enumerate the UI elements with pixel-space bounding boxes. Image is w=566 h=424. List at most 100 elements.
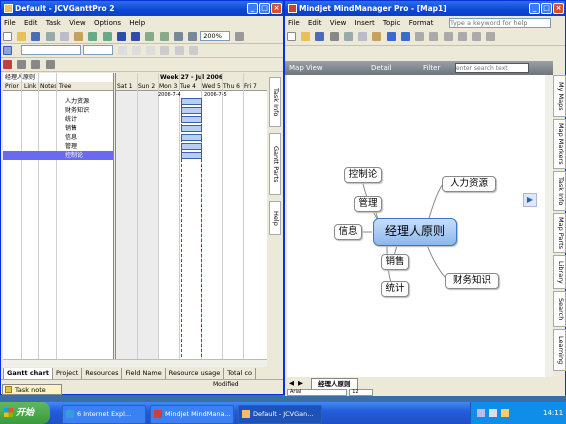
align-center-icon[interactable] <box>174 46 184 55</box>
task-row[interactable]: 销售 <box>3 124 113 133</box>
side-tab-help[interactable]: Help <box>269 201 281 235</box>
redo-icon[interactable] <box>102 32 112 41</box>
task-row[interactable]: 财务知识 <box>3 106 113 115</box>
task-bar[interactable] <box>181 98 202 105</box>
indent-icon[interactable] <box>145 32 155 41</box>
col-notes[interactable]: Notes <box>40 82 57 91</box>
central-topic[interactable]: 经理人原则 <box>373 218 457 246</box>
new-icon[interactable] <box>287 32 296 41</box>
map-view-button[interactable]: Map View <box>289 61 323 75</box>
boundary-icon[interactable] <box>472 32 482 41</box>
start-button[interactable]: 开始 <box>0 402 50 424</box>
italic-icon[interactable] <box>131 46 141 55</box>
tab-gantt-chart[interactable]: Gantt chart <box>3 368 54 379</box>
side-tab-library[interactable]: Library <box>553 255 566 289</box>
subtopic-icon[interactable] <box>429 32 439 41</box>
cut-icon[interactable] <box>343 32 353 41</box>
gantt-title-bar[interactable]: Default - JCVGanttPro 2 _ □ × <box>1 1 283 16</box>
menu-format[interactable]: Format <box>409 19 434 27</box>
filter-button[interactable]: Filter <box>423 61 440 75</box>
task-row-selected[interactable]: 控制论 <box>3 151 113 160</box>
report-view-icon[interactable] <box>45 60 55 69</box>
open-icon[interactable] <box>17 32 27 41</box>
menu-help[interactable]: Help <box>129 19 145 27</box>
topic-icon[interactable] <box>415 32 425 41</box>
print-icon[interactable] <box>329 32 339 41</box>
v-scrollbar[interactable] <box>545 75 553 377</box>
minimize-button[interactable]: _ <box>529 3 540 14</box>
side-tab-map-parts[interactable]: Map Parts <box>553 213 566 253</box>
remove-task-icon[interactable] <box>131 32 141 41</box>
task-bar[interactable] <box>181 152 202 159</box>
menu-file[interactable]: File <box>288 19 300 27</box>
print-icon[interactable] <box>234 32 244 41</box>
close-button[interactable]: × <box>553 3 564 14</box>
relationship-icon[interactable] <box>457 32 467 41</box>
detail-button[interactable]: Detail <box>371 61 392 75</box>
hyperlink-icon[interactable] <box>486 32 496 41</box>
zoom-out-icon[interactable] <box>188 32 198 41</box>
new-icon[interactable] <box>3 32 12 41</box>
minimize-button[interactable]: _ <box>247 3 258 14</box>
ime-icon[interactable] <box>501 409 509 417</box>
font-select[interactable]: Arial <box>287 389 347 396</box>
tab-resources[interactable]: Resources <box>81 368 123 379</box>
undo-icon[interactable] <box>88 32 98 41</box>
paste-icon[interactable] <box>74 32 84 41</box>
topic-statistics[interactable]: 统计 <box>381 281 409 297</box>
col-tree[interactable]: Tree <box>59 82 72 91</box>
task-row[interactable]: 人力资源 <box>3 97 113 106</box>
task-bar[interactable] <box>181 143 202 150</box>
maximize-button[interactable]: □ <box>259 3 270 14</box>
col-link[interactable]: Link <box>24 82 36 91</box>
task-note-bar[interactable]: Task note <box>2 384 62 395</box>
save-icon[interactable] <box>31 32 41 41</box>
calendar-view-icon[interactable] <box>31 60 41 69</box>
network-icon[interactable] <box>477 409 485 417</box>
font-select[interactable] <box>21 45 82 55</box>
map-search-input[interactable] <box>455 63 529 73</box>
taskbar-mindmanager[interactable]: Mindjet MindMana... <box>150 405 234 424</box>
topic-information[interactable]: 信息 <box>334 224 362 240</box>
layout-icon[interactable] <box>3 46 12 55</box>
menu-edit[interactable]: Edit <box>24 19 38 27</box>
topic-human-resources[interactable]: 人力资源 <box>442 176 496 192</box>
taskbar-gantt[interactable]: Default - JCVGan... <box>238 405 322 424</box>
volume-icon[interactable] <box>489 409 497 417</box>
close-button[interactable]: × <box>271 3 282 14</box>
task-row[interactable]: 信息 <box>3 133 113 142</box>
open-icon[interactable] <box>301 32 311 41</box>
save-icon[interactable] <box>315 32 325 41</box>
tab-resource-usage[interactable]: Resource usage <box>164 368 225 379</box>
expand-arrow[interactable]: ▶ <box>523 193 537 207</box>
align-left-icon[interactable] <box>160 46 170 55</box>
next-sheet-icon[interactable]: ▶ <box>298 378 303 388</box>
gantt-view-icon[interactable] <box>3 60 12 69</box>
tab-project[interactable]: Project <box>52 368 83 379</box>
taskbar-ie[interactable]: 6 Internet Expl... <box>62 405 146 424</box>
prev-sheet-icon[interactable]: ◀ <box>289 378 294 388</box>
size-select[interactable] <box>83 45 114 55</box>
topic-management[interactable]: 管理 <box>354 196 382 212</box>
menu-view[interactable]: View <box>330 19 347 27</box>
paste-icon[interactable] <box>372 32 382 41</box>
col-prior[interactable]: Prior <box>5 82 19 91</box>
task-bar[interactable] <box>181 116 202 123</box>
task-row[interactable]: 管理 <box>3 142 113 151</box>
zoom-select[interactable]: 200% <box>200 31 231 41</box>
task-row[interactable]: 统计 <box>3 115 113 124</box>
menu-options[interactable]: Options <box>94 19 121 27</box>
task-bar[interactable] <box>181 125 202 132</box>
restore-button[interactable]: □ <box>541 3 552 14</box>
side-tab-task-info[interactable]: Task Info <box>269 77 281 127</box>
callout-icon[interactable] <box>443 32 453 41</box>
map-canvas[interactable]: 经理人原则 控制论 管理 信息 销售 统计 人力资源 财务知识 ▶ <box>287 75 545 377</box>
tab-field-name[interactable]: Field Name <box>121 368 166 379</box>
topic-control-theory[interactable]: 控制论 <box>344 167 382 183</box>
menu-file[interactable]: File <box>4 19 16 27</box>
side-tab-my-maps[interactable]: My Maps <box>553 75 566 117</box>
outdent-icon[interactable] <box>159 32 169 41</box>
zoom-in-icon[interactable] <box>173 32 183 41</box>
undo-icon[interactable] <box>386 32 396 41</box>
font-size-select[interactable]: 12 <box>349 389 374 396</box>
